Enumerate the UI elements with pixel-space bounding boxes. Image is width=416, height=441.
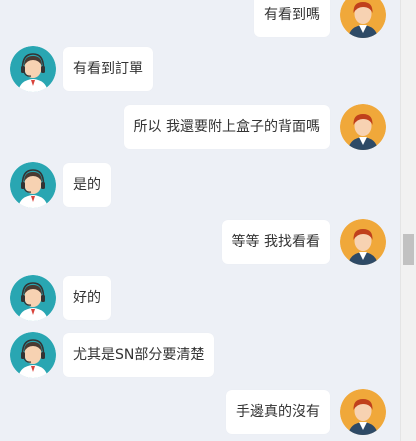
message-bubble: 是的 xyxy=(63,163,111,207)
message-bubble: 手邊真的沒有 xyxy=(226,390,330,434)
user-avatar-icon xyxy=(340,104,386,150)
message-agent: 好的 xyxy=(10,275,111,321)
message-bubble: 等等 我找看看 xyxy=(221,220,330,264)
message-bubble: 有看到嗎 xyxy=(254,0,330,37)
message-user: 等等 我找看看 xyxy=(221,219,386,265)
message-user: 所以 我還要附上盒子的背面嗎 xyxy=(123,104,386,150)
vertical-scrollbar[interactable] xyxy=(400,0,416,441)
scrollbar-thumb[interactable] xyxy=(403,234,414,265)
message-bubble: 所以 我還要附上盒子的背面嗎 xyxy=(123,105,330,149)
user-avatar-icon xyxy=(340,0,386,38)
message-bubble: 有看到訂單 xyxy=(63,47,153,91)
message-bubble: 尤其是SN部分要清楚 xyxy=(63,333,215,377)
agent-headset-avatar-icon xyxy=(10,46,56,92)
message-agent: 尤其是SN部分要清楚 xyxy=(10,332,215,378)
message-agent: 有看到訂單 xyxy=(10,46,153,92)
user-avatar-icon xyxy=(340,219,386,265)
agent-headset-avatar-icon xyxy=(10,162,56,208)
message-user: 手邊真的沒有 xyxy=(226,389,386,435)
message-user: 有看到嗎 xyxy=(254,0,386,38)
message-bubble: 好的 xyxy=(63,276,111,320)
chat-window: 有看到嗎 有看到訂單 所以 我還要附上盒子的背面嗎 是的 等等 我找看看 好的 … xyxy=(0,0,416,441)
user-avatar-icon xyxy=(340,389,386,435)
agent-headset-avatar-icon xyxy=(10,275,56,321)
message-agent: 是的 xyxy=(10,162,111,208)
agent-headset-avatar-icon xyxy=(10,332,56,378)
